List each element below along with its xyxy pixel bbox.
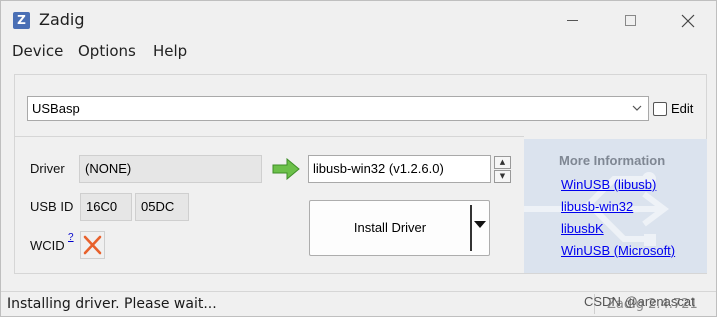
menu-device[interactable]: Device bbox=[12, 42, 63, 60]
info-link-winusb-microsoft[interactable]: WinUSB (Microsoft) bbox=[561, 243, 675, 258]
edit-checkbox[interactable] bbox=[653, 102, 667, 116]
install-driver-button[interactable]: Install Driver bbox=[309, 200, 490, 256]
title-bar: Z Zadig bbox=[1, 1, 716, 39]
wcid-help-link[interactable]: ? bbox=[68, 232, 74, 243]
driver-spin-down-button[interactable]: ▼ bbox=[494, 170, 511, 183]
window-title: Zadig bbox=[39, 10, 85, 29]
red-x-icon bbox=[83, 235, 102, 255]
info-link-winusb-libusb[interactable]: WinUSB (libusb) bbox=[561, 177, 656, 192]
csdn-watermark: CSDN @arenascat bbox=[584, 294, 695, 309]
more-information-panel: More Information WinUSB (libusb) libusb-… bbox=[524, 139, 707, 273]
menu-help[interactable]: Help bbox=[153, 42, 187, 60]
dropdown-arrow-icon[interactable] bbox=[474, 221, 486, 228]
chevron-down-icon bbox=[631, 97, 643, 129]
wcid-label: WCID bbox=[30, 238, 65, 253]
driver-spin-up-button[interactable]: ▲ bbox=[494, 156, 511, 169]
edit-label: Edit bbox=[671, 101, 694, 116]
maximize-icon bbox=[624, 15, 636, 26]
info-link-libusbk[interactable]: libusbK bbox=[561, 221, 604, 236]
close-button[interactable] bbox=[665, 1, 711, 39]
maximize-button[interactable] bbox=[607, 1, 653, 39]
menu-bar: Device Options Help bbox=[1, 39, 716, 63]
close-icon bbox=[681, 14, 695, 27]
device-dropdown[interactable]: USBasp bbox=[27, 96, 649, 121]
minimize-icon bbox=[566, 20, 578, 21]
target-driver-select[interactable]: libusb-win32 (v1.2.6.0) bbox=[308, 155, 491, 183]
info-link-libusb-win32[interactable]: libusb-win32 bbox=[561, 199, 633, 214]
usb-pid-field: 05DC bbox=[135, 193, 189, 221]
divider bbox=[14, 136, 524, 137]
usb-vid-field: 16C0 bbox=[80, 193, 132, 221]
more-information-title: More Information bbox=[559, 153, 666, 168]
zadig-window: Z Zadig Device Options Help USBasp Edit … bbox=[0, 0, 717, 317]
wcid-status bbox=[80, 231, 105, 259]
device-selected-value: USBasp bbox=[32, 101, 80, 116]
install-driver-label: Install Driver bbox=[353, 220, 427, 235]
button-split-divider bbox=[470, 205, 472, 251]
current-driver-field: (NONE) bbox=[79, 155, 262, 183]
minimize-button[interactable] bbox=[549, 1, 595, 39]
arrow-right-icon bbox=[272, 158, 300, 180]
driver-label: Driver bbox=[30, 161, 65, 176]
status-text: Installing driver. Please wait... bbox=[7, 296, 217, 312]
zadig-app-icon: Z bbox=[13, 12, 30, 29]
usb-id-label: USB ID bbox=[30, 199, 74, 214]
menu-options[interactable]: Options bbox=[78, 42, 136, 60]
